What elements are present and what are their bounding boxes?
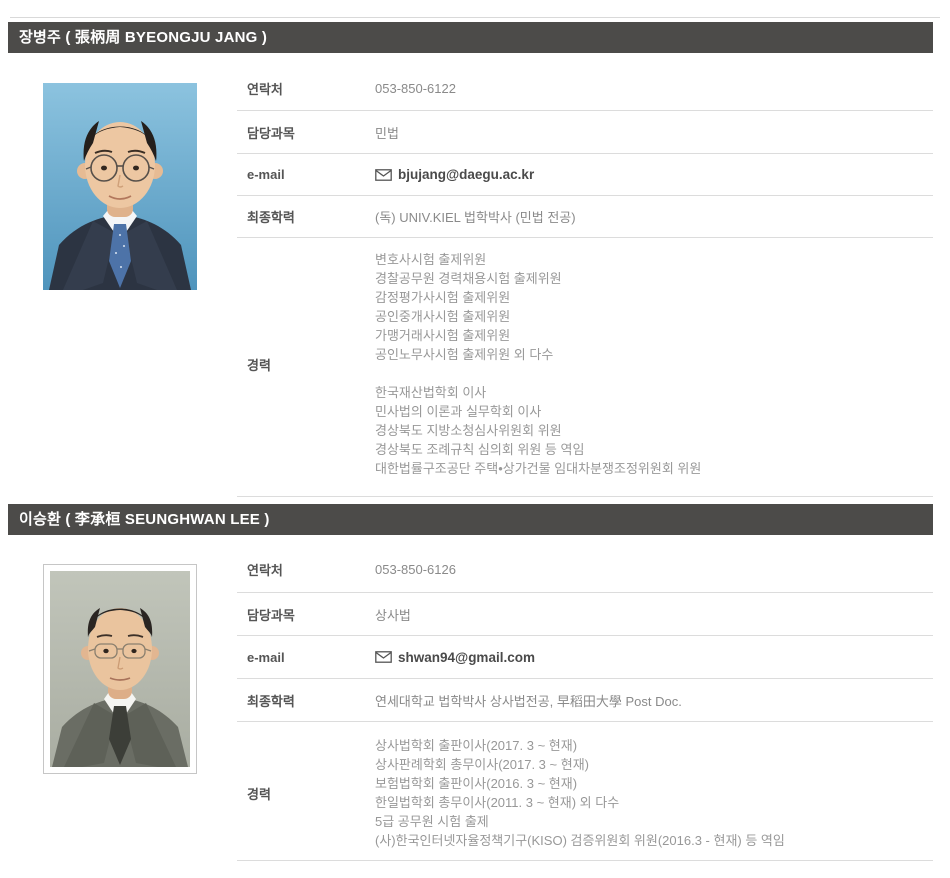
- profile-name-text: 장병주 ( 張柄周 BYEONGJU JANG ): [19, 29, 267, 46]
- envelope-icon: [375, 651, 392, 663]
- row-contact: 연락처 053-850-6122: [237, 67, 933, 111]
- email-label: e-mail: [237, 167, 375, 182]
- profile-info-table: 연락처 053-850-6126 담당과목 상사법 e-mail shwan94…: [237, 546, 933, 861]
- email-link[interactable]: bjujang@daegu.ac.kr: [375, 167, 534, 182]
- subject-label: 담당과목: [237, 123, 375, 142]
- subject-value: 상사법: [375, 605, 411, 624]
- profile-card-seunghwan-lee: 이승환 ( 李承桓 SEUNGHWAN LEE ): [8, 504, 933, 861]
- career-list: 상사법학회 출판이사(2017. 3 ~ 현재)상사판례학회 총무이사(2017…: [375, 736, 785, 850]
- faculty-profile-page: 장병주 ( 張柄周 BYEONGJU JANG ): [8, 22, 933, 861]
- row-subject: 담당과목 상사법: [237, 593, 933, 636]
- profile-name-header: 이승환 ( 李承桓 SEUNGHWAN LEE ): [8, 504, 933, 535]
- education-label: 최종학력: [237, 207, 375, 226]
- profile-name-header: 장병주 ( 張柄周 BYEONGJU JANG ): [8, 22, 933, 53]
- education-label: 최종학력: [237, 691, 375, 710]
- subject-label: 담당과목: [237, 605, 375, 624]
- career-label: 경력: [237, 784, 375, 803]
- education-value: (독) UNIV.KIEL 법학박사 (민법 전공): [375, 207, 576, 226]
- profile-name-text: 이승환 ( 李承桓 SEUNGHWAN LEE ): [19, 511, 270, 528]
- row-career: 경력 상사법학회 출판이사(2017. 3 ~ 현재)상사판례학회 총무이사(2…: [237, 722, 933, 861]
- row-contact: 연락처 053-850-6126: [237, 546, 933, 593]
- envelope-icon: [375, 169, 392, 181]
- profile-info-table: 연락처 053-850-6122 담당과목 민법 e-mail bjujang@…: [237, 67, 933, 497]
- contact-value: 053-850-6126: [375, 562, 456, 577]
- email-label: e-mail: [237, 650, 375, 665]
- education-value: 연세대학교 법학박사 상사법전공, 早稻田大學 Post Doc.: [375, 691, 682, 710]
- row-education: 최종학력 연세대학교 법학박사 상사법전공, 早稻田大學 Post Doc.: [237, 679, 933, 722]
- contact-label: 연락처: [237, 79, 375, 98]
- row-education: 최종학력 (독) UNIV.KIEL 법학박사 (민법 전공): [237, 196, 933, 238]
- contact-label: 연락처: [237, 560, 375, 579]
- career-list: 변호사시험 출제위원경찰공무원 경력채용시험 출제위원감정평가사시험 출제위원공…: [375, 250, 701, 478]
- row-email: e-mail bjujang@daegu.ac.kr: [237, 154, 933, 196]
- row-email: e-mail shwan94@gmail.com: [237, 636, 933, 679]
- email-text: bjujang@daegu.ac.kr: [398, 167, 534, 182]
- profile-card-byeongju-jang: 장병주 ( 張柄周 BYEONGJU JANG ): [8, 22, 933, 497]
- subject-value: 민법: [375, 123, 399, 142]
- photo-byeongju-jang: [43, 83, 197, 290]
- top-divider: [10, 17, 940, 18]
- email-text: shwan94@gmail.com: [398, 650, 535, 665]
- row-career: 경력 변호사시험 출제위원경찰공무원 경력채용시험 출제위원감정평가사시험 출제…: [237, 238, 933, 497]
- photo-seunghwan-lee: [43, 564, 197, 774]
- career-label: 경력: [237, 355, 375, 374]
- contact-value: 053-850-6122: [375, 81, 456, 96]
- row-subject: 담당과목 민법: [237, 111, 933, 154]
- email-link[interactable]: shwan94@gmail.com: [375, 650, 535, 665]
